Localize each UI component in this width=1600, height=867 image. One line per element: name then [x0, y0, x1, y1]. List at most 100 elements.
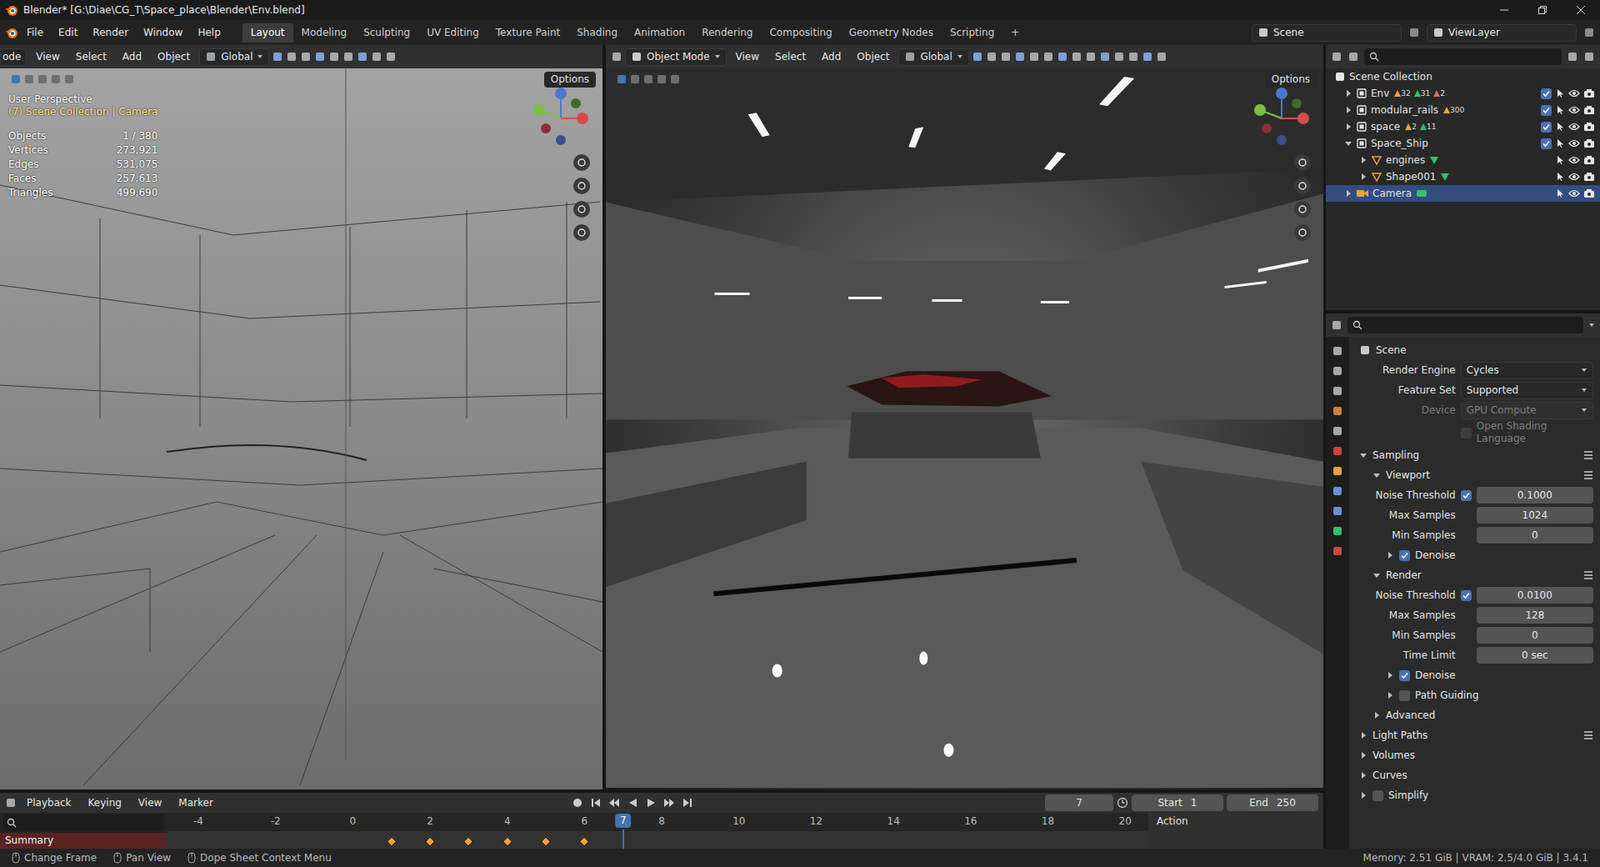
- menu-item[interactable]: View: [29, 48, 66, 66]
- tool-icon[interactable]: [370, 50, 383, 63]
- workspace-tab[interactable]: Compositing: [760, 23, 840, 43]
- panel-header[interactable]: Simplify: [1355, 785, 1594, 805]
- tool-icon[interactable]: [385, 50, 397, 63]
- workspace-tab[interactable]: Geometry Nodes: [840, 23, 942, 43]
- expand-arrow-icon[interactable]: [1344, 189, 1353, 198]
- grid-view-icon[interactable]: [1293, 223, 1312, 242]
- panel-header[interactable]: Viewport: [1355, 465, 1594, 485]
- editor-type-icon[interactable]: [610, 50, 623, 63]
- menu-item[interactable]: Select: [768, 48, 813, 66]
- playhead[interactable]: 7: [615, 813, 632, 828]
- number-field[interactable]: 1024: [1476, 506, 1594, 524]
- render-camera-icon[interactable]: [1583, 138, 1595, 149]
- outliner-row[interactable]: Camera: [1325, 185, 1600, 202]
- properties-tab-icon[interactable]: [1331, 545, 1344, 557]
- end-frame-field[interactable]: End250: [1226, 794, 1319, 811]
- tool-icon[interactable]: [1127, 50, 1140, 63]
- play-reverse-icon[interactable]: [626, 796, 639, 809]
- menu-item[interactable]: File: [20, 24, 50, 42]
- visibility-eye-icon[interactable]: [1568, 88, 1580, 99]
- tool-icon[interactable]: [271, 50, 284, 63]
- render-camera-icon[interactable]: [1583, 171, 1595, 182]
- navigation-gizmo-icon[interactable]: [1248, 85, 1315, 152]
- outliner-row[interactable]: Shape001: [1325, 168, 1600, 185]
- checkbox[interactable]: [1460, 490, 1472, 501]
- panel-header[interactable]: Denoise: [1355, 665, 1594, 685]
- presets-list-icon[interactable]: [1583, 450, 1594, 460]
- expand-arrow-icon[interactable]: [1344, 89, 1353, 98]
- properties-tab-icon[interactable]: [1331, 485, 1344, 497]
- keyframe[interactable]: [425, 835, 436, 847]
- panel-header[interactable]: Advanced: [1355, 705, 1594, 725]
- outliner-search[interactable]: [1364, 48, 1562, 65]
- editor-type-icon[interactable]: [1330, 50, 1343, 63]
- scene-selector[interactable]: Scene: [1251, 24, 1402, 42]
- selectable-arrow-icon[interactable]: [1555, 138, 1565, 149]
- tool-icon[interactable]: [971, 50, 984, 63]
- keyframe[interactable]: [385, 835, 397, 847]
- mode-dropdown[interactable]: Object Mode: [625, 48, 727, 66]
- tool-icon[interactable]: [356, 50, 369, 63]
- panel-header[interactable]: Render: [1355, 565, 1594, 585]
- panel-header[interactable]: Denoise: [1355, 545, 1594, 565]
- checkbox[interactable]: [1460, 590, 1472, 601]
- select-mode-icon[interactable]: [23, 73, 35, 85]
- tool-icon[interactable]: [342, 50, 355, 63]
- properties-tab-icon[interactable]: [1331, 385, 1344, 397]
- selectable-arrow-icon[interactable]: [1555, 121, 1565, 132]
- expand-arrow-icon[interactable]: [1344, 139, 1353, 148]
- clock-icon[interactable]: [1116, 796, 1129, 809]
- keyframe[interactable]: [579, 835, 590, 847]
- panel-header[interactable]: Light Paths: [1355, 725, 1594, 745]
- visibility-eye-icon[interactable]: [1568, 171, 1580, 182]
- outliner-row[interactable]: modular_rails300: [1325, 101, 1600, 119]
- menu-item[interactable]: Keying: [81, 794, 129, 812]
- tool-icon[interactable]: [1056, 50, 1069, 63]
- menu-item[interactable]: Help: [190, 24, 227, 42]
- expand-arrow-icon[interactable]: [1359, 790, 1368, 800]
- render-camera-icon[interactable]: [1583, 155, 1595, 165]
- filter-icon[interactable]: [1566, 50, 1579, 63]
- select-field[interactable]: Supported: [1460, 381, 1594, 400]
- render-camera-icon[interactable]: [1583, 121, 1595, 132]
- workspace-tab[interactable]: Layout: [242, 23, 294, 43]
- zoom-icon[interactable]: [572, 153, 591, 172]
- visibility-eye-icon[interactable]: [1568, 121, 1580, 132]
- camera-view-icon[interactable]: [1293, 200, 1312, 219]
- checkbox[interactable]: [1540, 105, 1552, 116]
- close-icon[interactable]: [1561, 0, 1600, 20]
- properties-tab-icon[interactable]: [1331, 525, 1344, 537]
- channel-search[interactable]: [3, 814, 164, 831]
- visibility-eye-icon[interactable]: [1568, 105, 1580, 115]
- properties-tab-icon[interactable]: [1331, 465, 1344, 477]
- record-icon[interactable]: [571, 796, 584, 809]
- outliner-row[interactable]: Space_Ship: [1325, 135, 1600, 152]
- expand-arrow-icon[interactable]: [1359, 770, 1368, 780]
- panel-header[interactable]: Curves: [1355, 765, 1594, 785]
- expand-arrow-icon[interactable]: [1344, 105, 1353, 115]
- menu-item[interactable]: Object: [850, 48, 896, 66]
- select-field[interactable]: Cycles: [1460, 361, 1594, 380]
- selectable-arrow-icon[interactable]: [1555, 155, 1565, 165]
- options-button[interactable]: Options: [544, 71, 596, 88]
- select-mode-icon[interactable]: [50, 73, 62, 85]
- jump-end-icon[interactable]: [681, 796, 694, 809]
- expand-arrow-icon[interactable]: [1385, 550, 1395, 560]
- menu-item[interactable]: Add: [115, 48, 149, 66]
- workspace-tab[interactable]: Scripting: [941, 23, 1003, 43]
- start-frame-field[interactable]: Start1: [1131, 794, 1224, 811]
- workspace-tab[interactable]: Shading: [568, 23, 626, 43]
- camera-view-icon[interactable]: [572, 200, 591, 219]
- keyframe[interactable]: [501, 835, 513, 847]
- tool-icon[interactable]: [285, 50, 298, 63]
- tool-icon[interactable]: [1099, 50, 1111, 63]
- jump-start-icon[interactable]: [590, 796, 602, 809]
- select-mode-icon[interactable]: [629, 73, 641, 85]
- tool-icon[interactable]: [985, 50, 998, 63]
- checkbox[interactable]: [1399, 670, 1410, 681]
- tool-icon[interactable]: [1155, 50, 1168, 63]
- summary-channel[interactable]: Summary: [0, 832, 167, 849]
- new-collection-icon[interactable]: [1583, 50, 1595, 63]
- menu-item[interactable]: Select: [69, 48, 114, 66]
- menu-item[interactable]: Render: [85, 24, 135, 42]
